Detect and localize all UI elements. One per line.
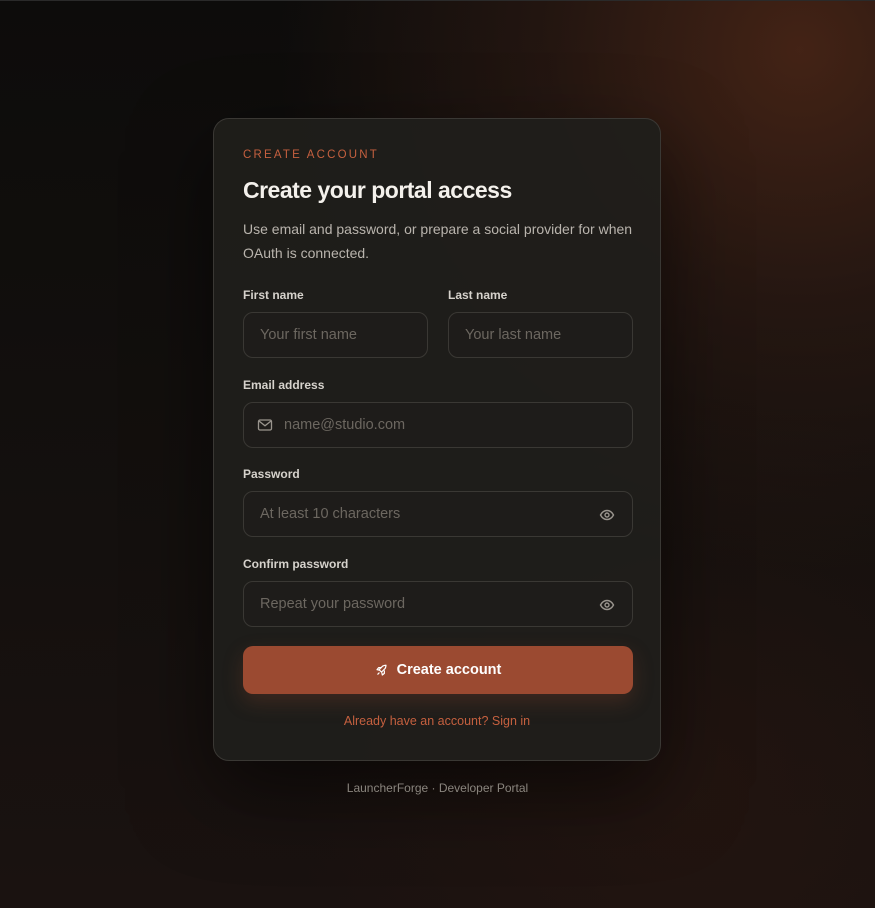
sign-in-link[interactable]: Already have an account? Sign in xyxy=(214,714,660,728)
page-title: Create your portal access xyxy=(243,177,512,203)
confirm-password-label: Confirm password xyxy=(243,557,349,571)
password-input[interactable] xyxy=(244,492,632,536)
rocket-icon xyxy=(376,664,387,676)
create-account-button[interactable]: Create account xyxy=(243,646,633,694)
first-name-field[interactable] xyxy=(243,312,428,358)
confirm-password-field[interactable] xyxy=(243,581,633,627)
first-name-label: First name xyxy=(243,288,304,302)
email-input[interactable] xyxy=(244,403,632,447)
first-name-input[interactable] xyxy=(244,313,427,357)
last-name-field[interactable] xyxy=(448,312,633,358)
confirm-password-input[interactable] xyxy=(244,582,632,626)
footer-text: LauncherForge · Developer Portal xyxy=(346,781,529,795)
email-label: Email address xyxy=(243,378,325,392)
create-account-label: Create account xyxy=(396,662,502,678)
last-name-input[interactable] xyxy=(449,313,632,357)
page-subtitle: Use email and password, or prepare a soc… xyxy=(243,221,633,261)
last-name-label: Last name xyxy=(448,288,508,302)
password-field[interactable] xyxy=(243,491,633,537)
email-field[interactable] xyxy=(243,402,633,448)
eyebrow-label: CREATE ACCOUNT xyxy=(243,149,380,161)
mail-icon xyxy=(257,419,273,431)
eye-icon[interactable] xyxy=(599,507,615,523)
signup-card: CREATE ACCOUNT Create your portal access… xyxy=(213,118,661,761)
eye-icon[interactable] xyxy=(599,597,615,613)
password-label: Password xyxy=(243,467,300,481)
